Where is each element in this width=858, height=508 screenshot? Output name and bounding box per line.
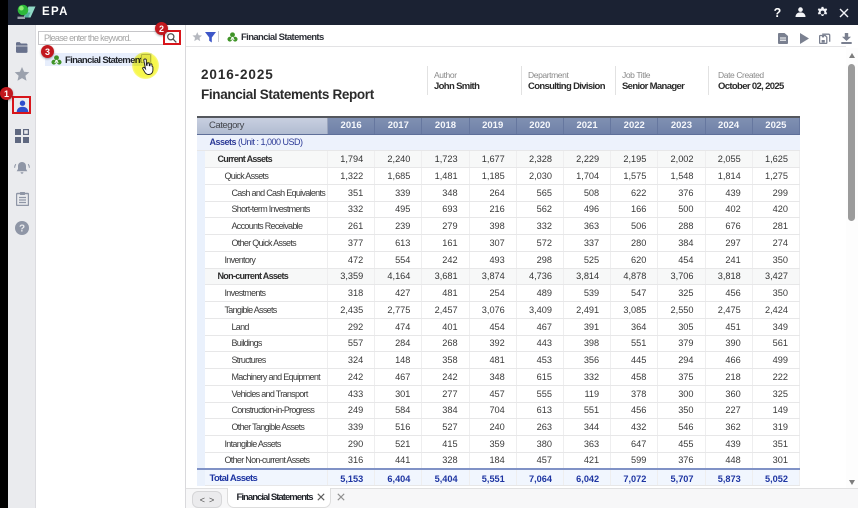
svg-text:?: ? (19, 224, 25, 235)
